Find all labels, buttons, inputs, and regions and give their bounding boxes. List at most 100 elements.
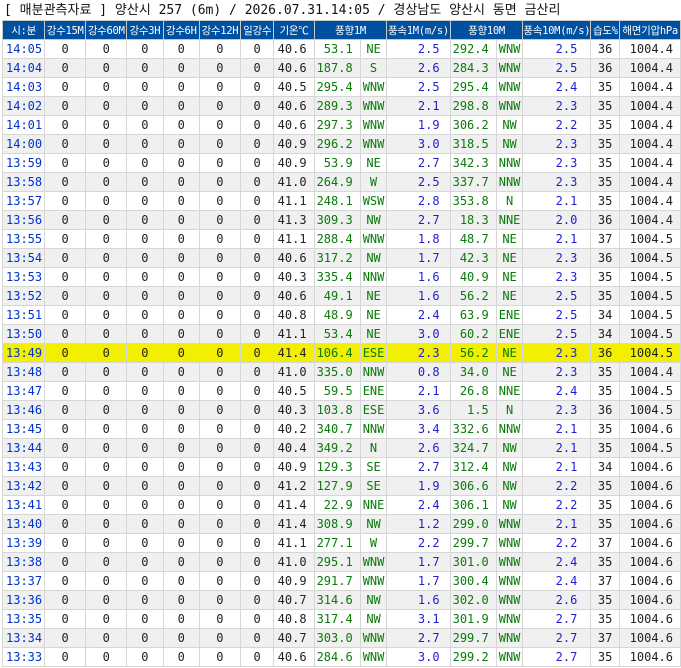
cell-rain12h: 0	[198, 476, 241, 496]
cell-wind-speed-10m: 2.3	[522, 96, 592, 116]
cell-time: 13:44	[1, 438, 46, 458]
cell-rain6h: 0	[162, 286, 200, 306]
cell-humidity: 35	[590, 96, 621, 116]
cell-rain15m: 0	[44, 172, 87, 192]
cell-wind-speed-1m: 2.6	[386, 58, 451, 78]
cell-humidity: 35	[590, 419, 621, 439]
cell-time: 13:47	[1, 381, 46, 401]
cell-wind-speed-10m: 2.2	[522, 476, 592, 496]
cell-pressure: 1004.4	[619, 153, 681, 173]
cell-rain6h: 0	[162, 58, 200, 78]
cell-rain60m: 0	[85, 419, 128, 439]
cell-wind-dir-1m: NW	[359, 210, 388, 230]
cell-pressure: 1004.5	[619, 400, 681, 420]
cell-time: 14:02	[1, 96, 46, 116]
cell-wind-speed-1m: 2.7	[386, 210, 451, 230]
cell-wind-dir-1m: N	[359, 438, 388, 458]
cell-rain3h: 0	[126, 571, 164, 591]
cell-pressure: 1004.5	[619, 248, 681, 268]
cell-wind-dir-10m-deg: 301.0	[449, 552, 497, 572]
cell-wind-speed-10m: 2.3	[522, 134, 592, 154]
cell-wind-speed-1m: 0.8	[386, 362, 451, 382]
cell-wind-dir-1m: NE	[359, 324, 388, 344]
cell-wind-speed-10m: 2.5	[522, 305, 592, 325]
cell-rain6h: 0	[162, 590, 200, 610]
cell-pressure: 1004.6	[619, 533, 681, 553]
cell-wind-dir-10m: WNW	[495, 628, 524, 648]
cell-humidity: 35	[590, 115, 621, 135]
cell-wind-speed-10m: 2.3	[522, 153, 592, 173]
cell-rain3h: 0	[126, 77, 164, 97]
cell-wind-speed-1m: 3.0	[386, 647, 451, 667]
table-header-row: 시:분 강수15M 강수60M 강수3H 강수6H 강수12H 일강수 기온℃ …	[1, 20, 681, 40]
cell-pressure: 1004.5	[619, 286, 681, 306]
cell-rain3h: 0	[126, 153, 164, 173]
cell-temp: 41.1	[273, 324, 315, 344]
cell-wind-speed-1m: 1.7	[386, 552, 451, 572]
cell-wind-dir-10m: NW	[495, 134, 524, 154]
table-row: 13:42 0 0 0 0 0 0 41.2 127.9 SE 1.9 306.6 NW 2.2 35 100…	[1, 476, 681, 496]
table-row: 13:33 0 0 0 0 0 0 40.6 284.6 WNW 3.0 299.2 WNW 2.7 35 1…	[1, 647, 681, 667]
cell-humidity: 35	[590, 153, 621, 173]
cell-rain15m: 0	[44, 381, 87, 401]
cell-wind-speed-10m: 2.0	[522, 210, 592, 230]
cell-humidity: 35	[590, 286, 621, 306]
cell-wind-dir-10m: WNW	[495, 533, 524, 553]
cell-daily-rain: 0	[239, 134, 275, 154]
cell-temp: 40.9	[273, 457, 315, 477]
cell-wind-dir-10m: WNW	[495, 58, 524, 78]
cell-wind-speed-1m: 2.1	[386, 381, 451, 401]
cell-time: 13:38	[1, 552, 46, 572]
cell-wind-dir-10m-deg: 306.6	[449, 476, 497, 496]
cell-rain12h: 0	[198, 514, 241, 534]
cell-rain6h: 0	[162, 609, 200, 629]
cell-daily-rain: 0	[239, 191, 275, 211]
cell-rain3h: 0	[126, 96, 164, 116]
cell-rain12h: 0	[198, 457, 241, 477]
cell-wind-speed-10m: 2.1	[522, 229, 592, 249]
cell-time: 14:03	[1, 77, 46, 97]
col-header-wind-speed-10m: 풍속10M(m/s)	[522, 20, 592, 40]
cell-time: 13:53	[1, 267, 46, 287]
cell-wind-dir-1m: WNW	[359, 647, 388, 667]
cell-wind-speed-1m: 2.8	[386, 191, 451, 211]
table-row: 13:52 0 0 0 0 0 0 40.6 49.1 NE 1.6 56.2 NE 2.5 35 1004.…	[1, 286, 681, 306]
cell-wind-speed-10m: 2.2	[522, 533, 592, 553]
cell-rain12h: 0	[198, 647, 241, 667]
cell-daily-rain: 0	[239, 39, 275, 59]
cell-rain12h: 0	[198, 267, 241, 287]
cell-wind-speed-10m: 2.1	[522, 457, 592, 477]
cell-pressure: 1004.6	[619, 476, 681, 496]
cell-temp: 40.5	[273, 381, 315, 401]
cell-rain12h: 0	[198, 343, 241, 363]
cell-wind-dir-1m: ESE	[359, 343, 388, 363]
cell-wind-dir-10m-deg: 306.1	[449, 495, 497, 515]
cell-pressure: 1004.5	[619, 324, 681, 344]
cell-time: 13:43	[1, 457, 46, 477]
cell-humidity: 34	[590, 305, 621, 325]
cell-rain12h: 0	[198, 400, 241, 420]
cell-wind-dir-1m-deg: 129.3	[313, 457, 361, 477]
cell-wind-dir-1m-deg: 53.9	[313, 153, 361, 173]
cell-rain15m: 0	[44, 115, 87, 135]
cell-rain60m: 0	[85, 134, 128, 154]
cell-wind-speed-10m: 2.3	[522, 400, 592, 420]
cell-rain3h: 0	[126, 172, 164, 192]
cell-rain15m: 0	[44, 229, 87, 249]
cell-daily-rain: 0	[239, 609, 275, 629]
cell-daily-rain: 0	[239, 590, 275, 610]
cell-rain6h: 0	[162, 495, 200, 515]
col-header-time: 시:분	[1, 20, 46, 40]
cell-time: 13:35	[1, 609, 46, 629]
cell-humidity: 37	[590, 571, 621, 591]
cell-time: 13:34	[1, 628, 46, 648]
cell-wind-dir-10m-deg: 312.4	[449, 457, 497, 477]
cell-pressure: 1004.6	[619, 590, 681, 610]
cell-pressure: 1004.6	[619, 419, 681, 439]
cell-rain6h: 0	[162, 343, 200, 363]
cell-humidity: 36	[590, 39, 621, 59]
cell-daily-rain: 0	[239, 362, 275, 382]
cell-wind-speed-10m: 2.5	[522, 324, 592, 344]
cell-rain6h: 0	[162, 419, 200, 439]
cell-rain12h: 0	[198, 533, 241, 553]
